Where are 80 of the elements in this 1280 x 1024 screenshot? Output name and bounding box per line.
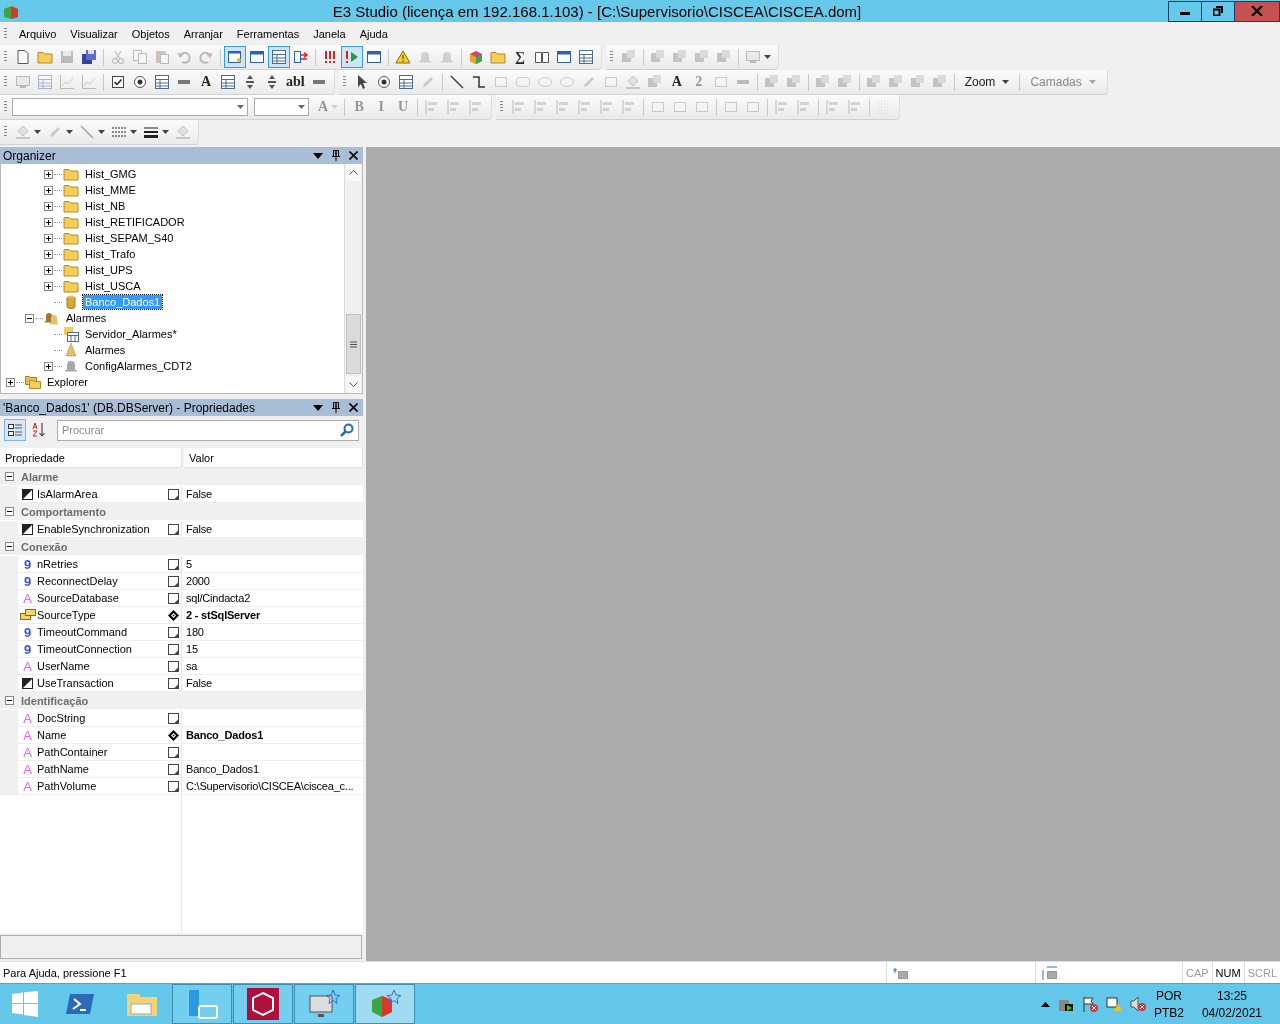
text-type-icon: A <box>23 779 32 793</box>
text-type-icon: A <box>23 745 32 759</box>
panel-title: 'Banco_Dados1' (DB.DBServer) - Propriedades <box>3 400 257 415</box>
number-type-icon: 9 <box>23 574 32 588</box>
tree-item[interactable]: ConfigAlarmes_CDT2 <box>83 359 194 373</box>
property-value[interactable]: 5 <box>186 558 192 570</box>
language-code: PTB2 <box>1153 1005 1184 1020</box>
column-header[interactable]: Propriedade <box>0 448 182 468</box>
language-indicator[interactable]: POR PTB2 <box>1153 988 1184 1020</box>
text-type-icon: A <box>23 762 32 776</box>
category-label[interactable]: Alarme <box>18 470 59 483</box>
property-name[interactable]: PathName <box>37 763 165 775</box>
property-name[interactable]: TimeoutCommand <box>37 626 165 638</box>
property-value[interactable]: 2 - stSqlServer <box>186 609 261 621</box>
property-name[interactable]: SourceDatabase <box>37 592 165 604</box>
tree-item[interactable]: Explorer <box>45 375 90 389</box>
property-name[interactable]: nRetries <box>37 558 165 570</box>
toolbar-menu-button[interactable]: Zoom <box>957 71 1017 93</box>
column-header[interactable]: Valor <box>184 448 363 468</box>
tree-item[interactable]: Hist_Trafo <box>83 247 138 261</box>
tree-item[interactable]: Alarmes <box>83 343 128 357</box>
property-value[interactable]: sa <box>186 660 198 672</box>
property-name[interactable]: UserName <box>37 660 165 672</box>
number-type-icon: 9 <box>23 557 32 571</box>
property-name[interactable]: EnableSynchronization <box>37 523 165 535</box>
property-value[interactable]: False <box>186 488 212 500</box>
menu-item[interactable]: Arquivo <box>12 27 64 40</box>
property-name[interactable]: PathContainer <box>37 746 165 758</box>
property-value[interactable]: False <box>186 523 212 535</box>
property-name[interactable]: ReconnectDelay <box>37 575 165 587</box>
clock-date[interactable]: 04/02/2021 <box>1201 1005 1262 1020</box>
tree-item[interactable]: Hist_UPS <box>83 263 135 277</box>
property-name[interactable]: PathVolume <box>37 780 165 792</box>
menu-item[interactable]: Objetos <box>124 27 177 40</box>
category-label[interactable]: Conexão <box>18 540 68 553</box>
status-text: Para Ajuda, pressione F1 <box>2 966 128 979</box>
tree-item[interactable]: Servidor_Alarmes* <box>83 327 179 341</box>
tree-item[interactable]: Hist_MME <box>83 183 138 197</box>
toolbar-button[interactable]: abl <box>283 71 308 93</box>
tree-item[interactable]: Hist_GMG <box>83 167 139 181</box>
menu-item[interactable]: Arranjar <box>176 27 230 40</box>
text-type-icon: A <box>23 659 32 673</box>
property-value[interactable]: False <box>186 677 212 689</box>
tree-item[interactable]: Alarmes <box>64 311 109 325</box>
category-label[interactable]: Comportamento <box>18 505 106 518</box>
property-value[interactable]: 15 <box>186 643 198 655</box>
tree-item[interactable]: Hist_USCA <box>83 279 143 293</box>
search-field[interactable]: Procurar <box>57 419 359 441</box>
number-type-icon: 9 <box>23 642 32 656</box>
property-value[interactable]: C:\Supervisorio\CISCEA\ciscea_c... <box>186 780 354 792</box>
text-type-icon: A <box>23 591 32 605</box>
property-value[interactable]: 180 <box>186 626 204 638</box>
text-type-icon: A <box>23 711 32 725</box>
property-name[interactable]: UseTransaction <box>37 677 165 689</box>
clock-time[interactable]: 13:25 <box>1216 988 1247 1003</box>
toolbar-button[interactable]: A <box>195 71 217 93</box>
property-value[interactable]: Banco_Dados1 <box>186 729 264 741</box>
panel-title: Organizer <box>3 148 57 163</box>
tree-item[interactable]: Hist_NB <box>83 199 128 213</box>
tree-item[interactable]: Hist_RETIFICADOR <box>83 215 187 229</box>
property-name[interactable]: TimeoutConnection <box>37 643 165 655</box>
menu-item[interactable]: Visualizar <box>63 27 125 40</box>
menu-item[interactable]: Janela <box>306 27 353 40</box>
toolbar-button[interactable]: A <box>665 71 688 93</box>
category-label[interactable]: Identificação <box>18 694 89 707</box>
property-name[interactable]: SourceType <box>37 609 165 621</box>
property-value[interactable]: 2000 <box>186 575 210 587</box>
toolbar-button[interactable]: ∑ <box>509 46 531 68</box>
property-value[interactable]: Banco_Dados1 <box>186 763 259 775</box>
window-title: E3 Studio (licença em 192.168.1.103) - [C:\Supervisorio\CISCEA\CISCEA.dom] <box>331 2 863 20</box>
number-type-icon: 9 <box>23 625 32 639</box>
language-code: POR <box>1155 988 1182 1003</box>
tree-item[interactable]: Hist_SEPAM_S40 <box>83 231 176 245</box>
property-value[interactable]: sql/Cindacta2 <box>186 592 251 604</box>
text-type-icon: A <box>23 728 32 742</box>
property-name[interactable]: IsAlarmArea <box>37 488 165 500</box>
property-name[interactable]: DocString <box>37 712 165 724</box>
menu-item[interactable]: Ajuda <box>352 27 395 40</box>
menu-item[interactable]: Ferramentas <box>229 27 307 40</box>
property-name[interactable]: Name <box>37 729 165 741</box>
